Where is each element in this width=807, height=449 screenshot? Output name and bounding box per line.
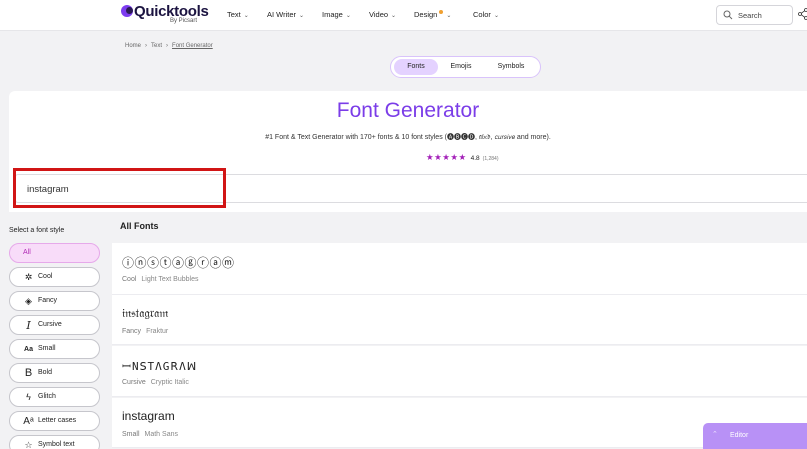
- style-label: Symbol text: [38, 441, 75, 448]
- style-small-button[interactable]: Aa Small: [9, 339, 100, 359]
- sparkle-icon: ✲: [24, 272, 33, 282]
- nav-design[interactable]: Design ⌄: [414, 10, 451, 19]
- letter-case-icon: Aᵃ: [23, 416, 34, 427]
- diamond-icon: ◈: [25, 296, 32, 306]
- font-preview-text: instagram: [122, 409, 175, 423]
- nav-text[interactable]: Text ⌄: [227, 10, 249, 19]
- style-cursive-button[interactable]: I Cursive: [9, 315, 100, 335]
- breadcrumb-current[interactable]: Font Generator: [172, 43, 213, 49]
- page-subtitle: #1 Font & Text Generator with 170+ fonts…: [265, 134, 551, 141]
- font-preview-text: ⓘⓝⓢⓣⓐⓖⓡⓐⓜ: [122, 256, 235, 270]
- font-category: Small: [122, 431, 140, 438]
- text-input-value: instagram: [27, 184, 69, 195]
- top-header: Quicktools By Picsart Text ⌄ AI Writer ⌄ I…: [0, 0, 807, 31]
- breadcrumb-separator: ›: [145, 43, 148, 49]
- font-meta: Cool Light Text Bubbles: [122, 276, 198, 283]
- font-name: Light Text Bubbles: [141, 276, 199, 283]
- style-letter-cases-button[interactable]: Aᵃ Letter cases: [9, 411, 100, 431]
- style-label: Cursive: [38, 321, 62, 328]
- font-meta: Fancy Fraktur: [122, 328, 168, 335]
- style-label: Fancy: [38, 297, 58, 304]
- nav-video-label: Video: [369, 10, 389, 19]
- style-label: Glitch: [38, 393, 56, 400]
- logo-by-picsart: By Picsart: [170, 18, 198, 24]
- rating-value: 4.8: [470, 155, 480, 162]
- nav-color[interactable]: Color ⌄: [473, 10, 499, 19]
- font-result-row[interactable]: ⓘⓝⓢⓣⓐⓖⓡⓐⓜ Cool Light Text Bubbles: [112, 243, 807, 295]
- aa-icon: Aa: [24, 346, 33, 353]
- breadcrumb-home[interactable]: Home: [125, 43, 141, 49]
- breadcrumb-text[interactable]: Text: [151, 43, 162, 49]
- editor-panel-toggle[interactable]: ⌃ Editor: [703, 423, 807, 449]
- nav-image[interactable]: Image ⌄: [322, 10, 351, 19]
- nav-ai-writer-label: AI Writer: [267, 10, 297, 19]
- star-icon: ☆: [24, 440, 33, 449]
- nav-color-label: Color: [473, 10, 491, 19]
- chevron-down-icon: ⌄: [299, 13, 305, 19]
- chevron-up-icon: ⌃: [712, 431, 718, 438]
- nav-image-label: Image: [322, 10, 343, 19]
- font-name: Math Sans: [144, 431, 178, 438]
- new-badge-dot: [439, 10, 444, 14]
- font-name: Fraktur: [146, 328, 169, 335]
- page-title: Font Generator: [336, 99, 480, 122]
- style-label: Bold: [38, 369, 53, 376]
- chevron-down-icon: ⌄: [391, 13, 397, 19]
- font-category: Cursive: [122, 379, 146, 386]
- search-icon: [723, 10, 733, 20]
- font-preview-text: ꟷNꓢTΛGꓣΛꟽ: [122, 360, 198, 373]
- text-input-field[interactable]: instagram: [15, 174, 807, 203]
- editor-label: Editor: [730, 432, 749, 439]
- chevron-down-icon: ⌄: [243, 13, 249, 19]
- font-result-row[interactable]: ꟷNꓢTΛGꓣΛꟽ Cursive Cryptic Italic: [112, 346, 807, 397]
- font-style-heading: Select a font style: [9, 227, 65, 234]
- nav-text-label: Text: [227, 10, 241, 19]
- font-result-row[interactable]: 𝔦𝔫𝔰𝔱𝔞𝔤𝔯𝔞𝔪 Fancy Fraktur: [112, 295, 807, 345]
- style-all-button[interactable]: All: [9, 243, 100, 263]
- style-label: Letter cases: [38, 417, 77, 424]
- tab-fonts[interactable]: Fonts: [394, 59, 438, 75]
- lightning-icon: ϟ: [26, 392, 31, 402]
- chevron-down-icon: ⌄: [493, 13, 499, 19]
- share-icon[interactable]: [798, 8, 807, 20]
- font-category: Fancy: [122, 328, 142, 335]
- style-glitch-button[interactable]: ϟ Glitch: [9, 387, 100, 407]
- style-fancy-button[interactable]: ◈ Fancy: [9, 291, 100, 311]
- nav-video[interactable]: Video ⌄: [369, 10, 396, 19]
- all-fonts-heading: All Fonts: [120, 221, 159, 231]
- style-symbol-text-button[interactable]: ☆ Symbol text: [9, 435, 100, 449]
- style-cool-button[interactable]: ✲ Cool: [9, 267, 100, 287]
- font-name: Cryptic Italic: [150, 379, 189, 386]
- search-input[interactable]: Search: [716, 5, 793, 25]
- tool-tabs: Fonts Emojis Symbols: [390, 56, 541, 78]
- tab-symbols[interactable]: Symbols: [488, 59, 534, 75]
- font-meta: Small Math Sans: [122, 431, 178, 438]
- generator-card: Font Generator #1 Font & Text Generator …: [9, 91, 807, 212]
- breadcrumb-separator: ›: [166, 43, 169, 49]
- breadcrumb: Home › Text › Font Generator: [125, 43, 213, 49]
- chevron-down-icon: ⌄: [345, 13, 351, 19]
- rating-count: (1,284): [482, 156, 499, 162]
- font-category: Cool: [122, 276, 137, 283]
- nav-ai-writer[interactable]: AI Writer ⌄: [267, 10, 304, 19]
- style-label: Small: [38, 345, 56, 352]
- style-label: Cool: [38, 273, 53, 280]
- logo-mark-icon: [121, 5, 133, 17]
- style-label: All: [23, 249, 31, 256]
- nav-design-label: Design: [414, 10, 438, 19]
- rating-stars-icon: ★★★★★: [426, 152, 467, 162]
- font-preview-text: 𝔦𝔫𝔰𝔱𝔞𝔤𝔯𝔞𝔪: [122, 306, 169, 320]
- search-placeholder: Search: [738, 11, 762, 20]
- tab-emojis[interactable]: Emojis: [443, 59, 479, 75]
- cursive-i-icon: I: [26, 319, 31, 332]
- rating: ★★★★★ 4.8 (1,284): [426, 152, 499, 163]
- style-bold-button[interactable]: B Bold: [9, 363, 100, 383]
- chevron-down-icon: ⌄: [446, 13, 452, 19]
- font-meta: Cursive Cryptic Italic: [122, 379, 189, 386]
- bold-b-icon: B: [24, 367, 33, 379]
